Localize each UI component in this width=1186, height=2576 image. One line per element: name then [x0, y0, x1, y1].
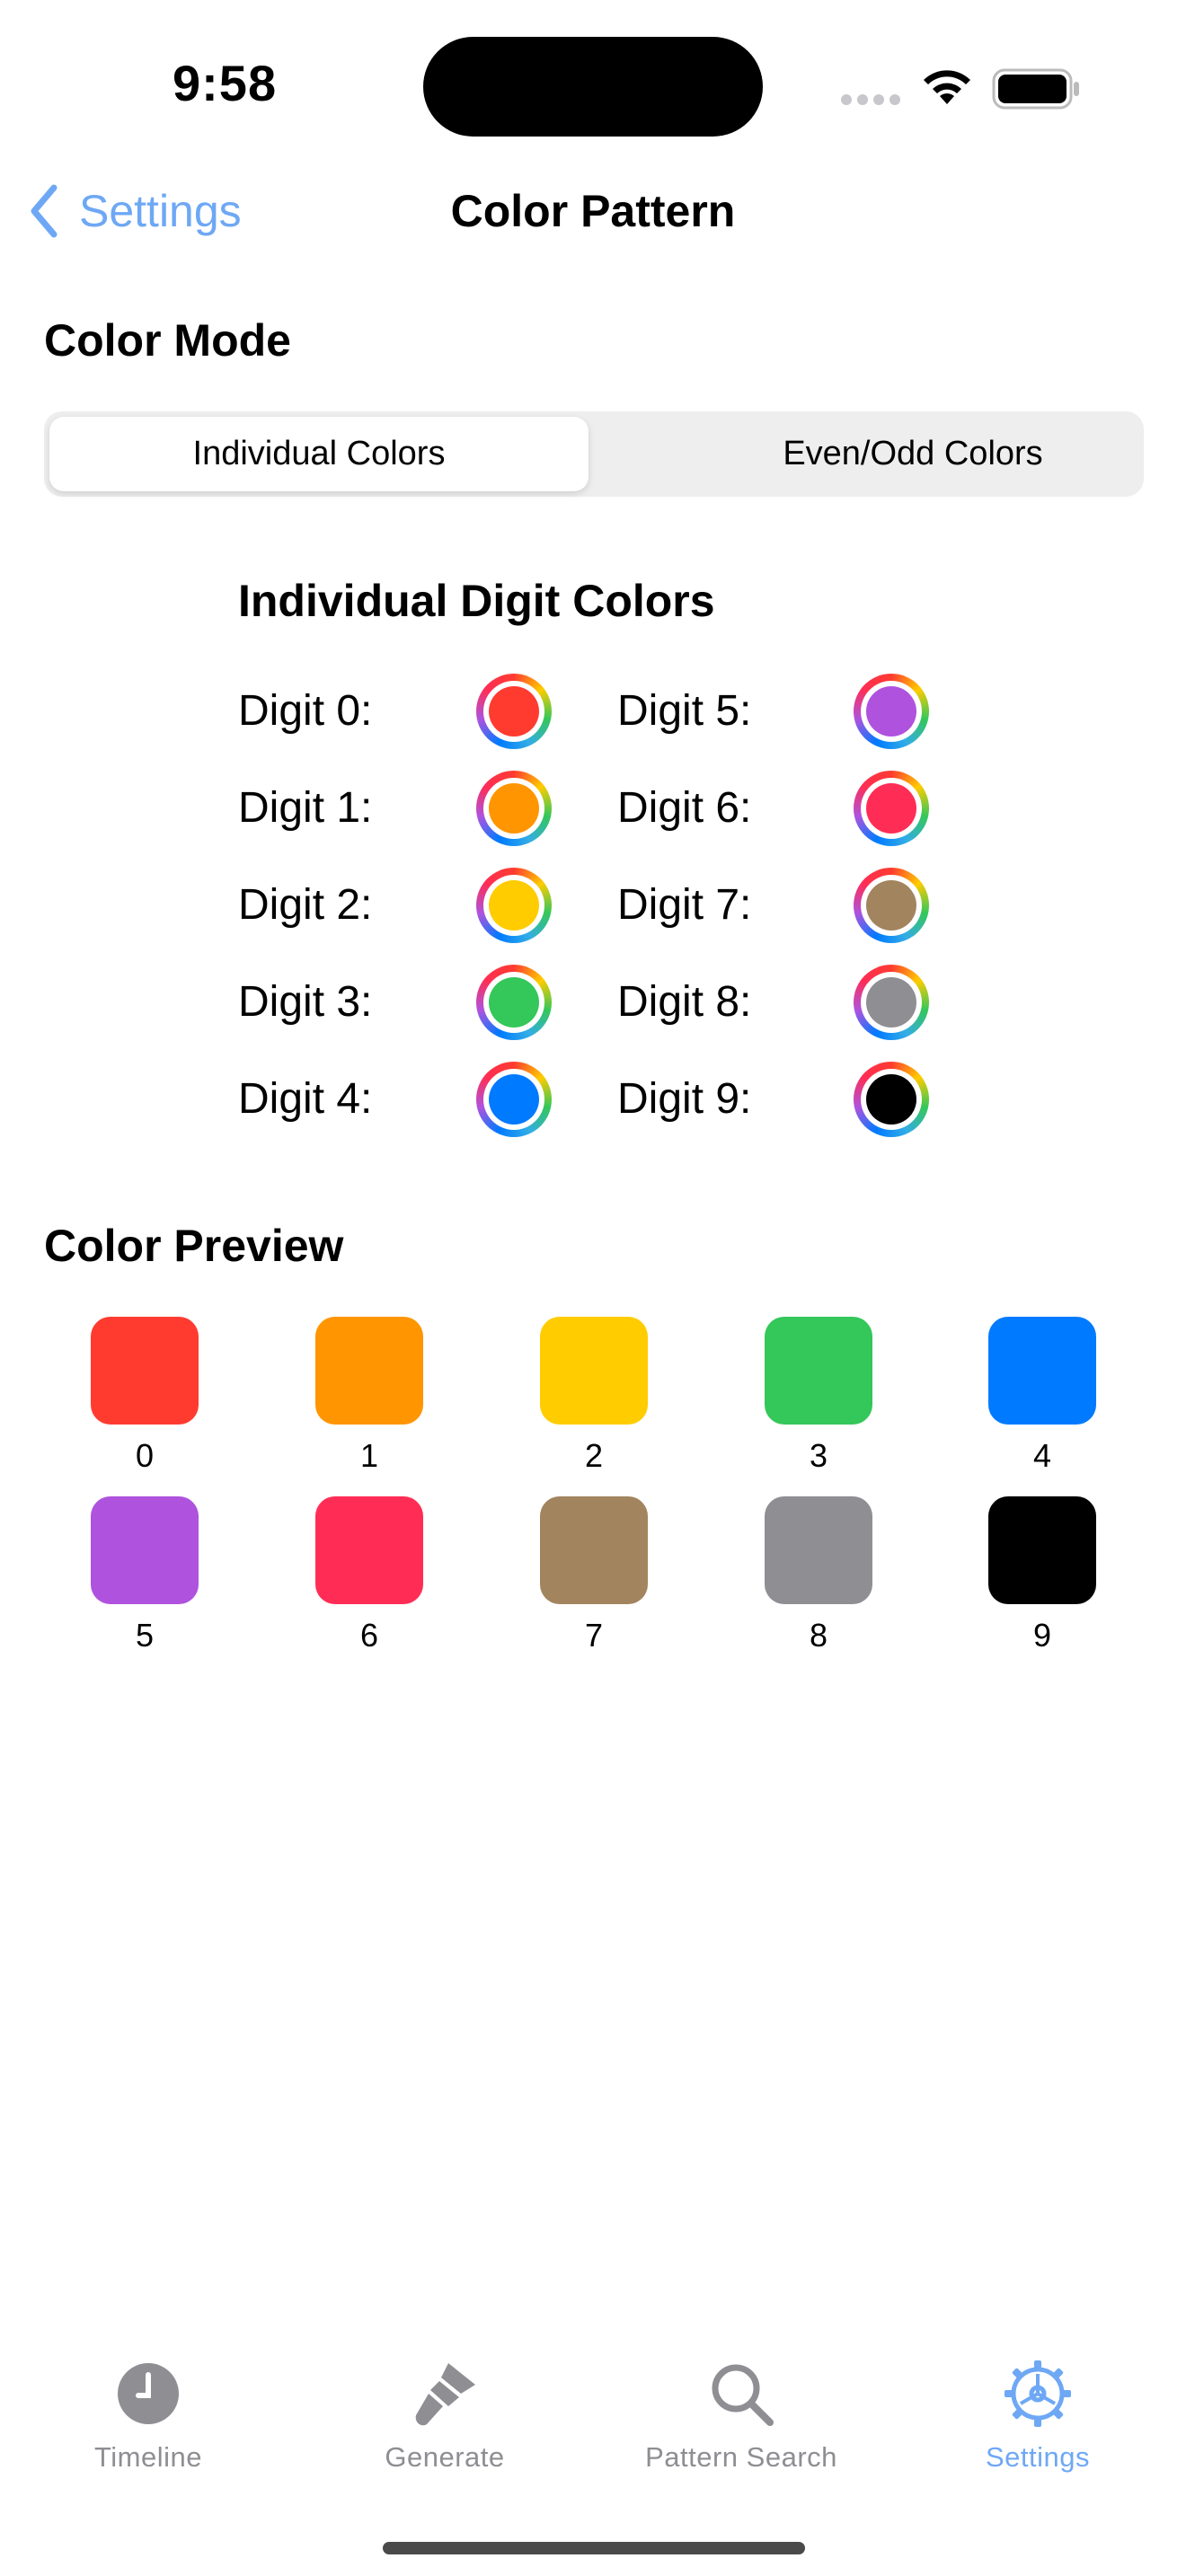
preview-swatch: [765, 1496, 872, 1604]
digit-color-well[interactable]: [476, 674, 552, 749]
preview-swatch: [765, 1317, 872, 1425]
digit-colors-heading: Individual Digit Colors: [238, 576, 715, 626]
preview-swatch-label: 0: [135, 1437, 155, 1474]
preview-swatch: [540, 1317, 648, 1425]
preview-swatch: [988, 1496, 1096, 1604]
color-preview-heading: Color Preview: [44, 1221, 344, 1271]
color-swatch-dot: [489, 880, 539, 931]
digit-color-well[interactable]: [476, 771, 552, 846]
preview-swatch-label: 9: [1032, 1617, 1052, 1654]
preview-swatch-label: 1: [359, 1437, 379, 1474]
color-swatch-dot: [489, 977, 539, 1028]
dynamic-island: [423, 37, 763, 137]
digit-color-label: Digit 0:: [238, 687, 373, 735]
tab-pattern-search-label: Pattern Search: [645, 2441, 837, 2473]
segment-individual-colors[interactable]: Individual Colors: [49, 417, 589, 491]
digit-color-label: Digit 1:: [238, 784, 373, 832]
preview-swatch: [315, 1496, 423, 1604]
digit-color-well[interactable]: [854, 1062, 929, 1137]
digit-color-well[interactable]: [854, 771, 929, 846]
digit-color-well[interactable]: [854, 868, 929, 943]
battery-icon: [992, 68, 1079, 110]
digit-color-label: Digit 9:: [617, 1075, 752, 1123]
magnifying-glass-icon: [712, 2364, 774, 2426]
preview-swatch-label: 6: [359, 1617, 379, 1654]
color-swatch-dot: [866, 783, 916, 834]
home-indicator: [383, 2542, 805, 2554]
digit-color-label: Digit 4:: [238, 1075, 373, 1123]
preview-swatch-label: 2: [584, 1437, 604, 1474]
preview-swatch-label: 5: [135, 1617, 155, 1654]
segment-even-odd-colors[interactable]: Even/Odd Colors: [642, 417, 1183, 491]
preview-swatch-label: 7: [584, 1617, 604, 1654]
digit-color-well[interactable]: [854, 674, 929, 749]
preview-swatch: [91, 1496, 199, 1604]
digit-color-label: Digit 3:: [238, 978, 373, 1026]
preview-swatch-label: 8: [809, 1617, 828, 1654]
tab-pattern-search[interactable]: Pattern Search: [593, 2353, 890, 2497]
color-swatch-dot: [489, 783, 539, 834]
digit-color-well[interactable]: [476, 868, 552, 943]
preview-swatch: [315, 1317, 423, 1425]
gear-icon: [1005, 2360, 1071, 2427]
digit-color-label: Digit 7:: [617, 881, 752, 929]
preview-swatch: [540, 1496, 648, 1604]
paintbrush-icon: [415, 2363, 475, 2426]
preview-swatch: [91, 1317, 199, 1425]
cellular-signal-icon: [841, 93, 906, 110]
digit-color-label: Digit 8:: [617, 978, 752, 1026]
color-swatch-dot: [866, 977, 916, 1028]
color-swatch-dot: [866, 686, 916, 737]
color-swatch-dot: [489, 1074, 539, 1125]
color-swatch-dot: [866, 880, 916, 931]
tab-settings-label: Settings: [985, 2441, 1090, 2473]
digit-color-label: Digit 6:: [617, 784, 752, 832]
tab-timeline[interactable]: Timeline: [0, 2353, 296, 2497]
preview-swatch: [988, 1317, 1096, 1425]
tab-timeline-label: Timeline: [94, 2441, 202, 2473]
preview-swatch-label: 3: [809, 1437, 828, 1474]
tab-settings[interactable]: Settings: [890, 2353, 1186, 2497]
status-time: 9:58: [173, 55, 278, 111]
digit-color-label: Digit 5:: [617, 687, 752, 735]
tab-generate-label: Generate: [385, 2441, 505, 2473]
page-title: Color Pattern: [450, 186, 736, 236]
wifi-icon: [924, 70, 970, 104]
color-swatch-dot: [489, 686, 539, 737]
preview-swatch-label: 4: [1032, 1437, 1052, 1474]
color-swatch-dot: [866, 1074, 916, 1125]
color-mode-segmented-control: Individual Colors Even/Odd Colors: [44, 411, 1144, 497]
digit-color-well[interactable]: [476, 965, 552, 1040]
color-mode-heading: Color Mode: [44, 315, 291, 366]
digit-color-label: Digit 2:: [238, 881, 373, 929]
digit-color-well[interactable]: [476, 1062, 552, 1137]
clock-icon: [118, 2363, 179, 2424]
digit-color-well[interactable]: [854, 965, 929, 1040]
tab-generate[interactable]: Generate: [296, 2353, 593, 2497]
